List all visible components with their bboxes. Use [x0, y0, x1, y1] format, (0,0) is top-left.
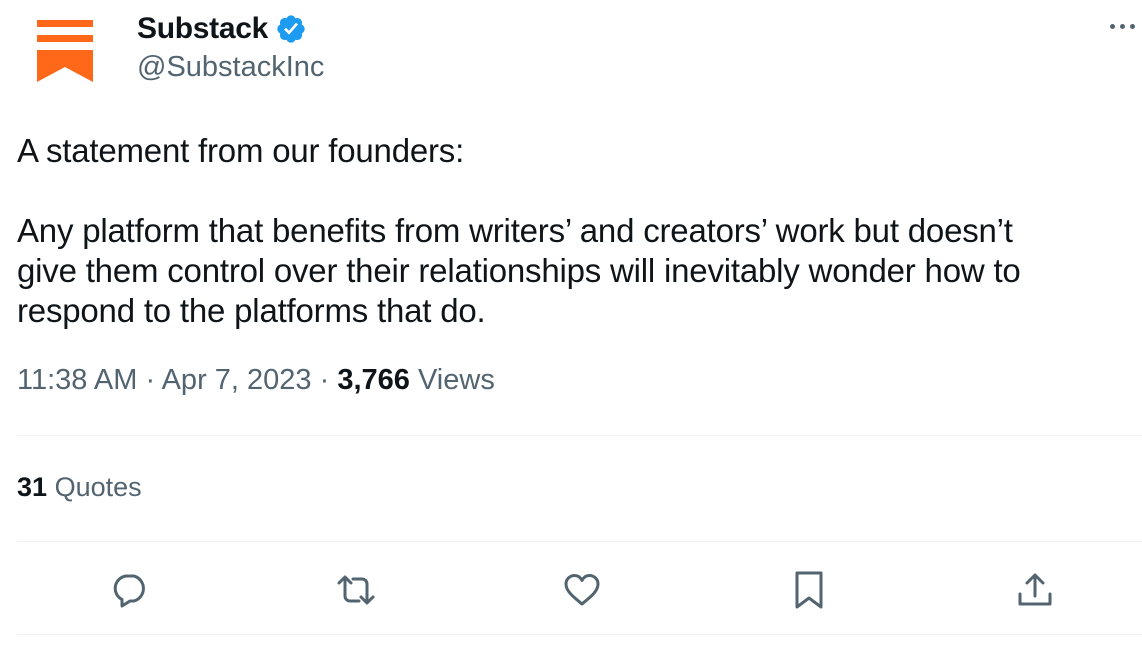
verified-badge-icon[interactable] — [275, 13, 307, 45]
more-dot-icon — [1110, 23, 1115, 29]
retweet-icon — [337, 575, 375, 605]
share-button[interactable] — [1013, 568, 1057, 612]
share-icon — [1018, 573, 1052, 606]
reply-button[interactable] — [108, 568, 152, 612]
views-count: 3,766 — [337, 364, 410, 396]
divider — [17, 435, 1142, 436]
tweet-time[interactable]: 11:38 AM — [17, 364, 137, 396]
tweet-detail: Substack @SubstackInc A statement from o… — [0, 0, 1142, 660]
heart-icon — [564, 574, 600, 606]
views-label: Views — [417, 364, 495, 396]
substack-logo-icon — [37, 20, 93, 82]
more-dot-icon — [1120, 23, 1125, 29]
tweet-meta: 11:38 AM · Apr 7, 2023 · 3,766 Views — [17, 364, 495, 397]
display-name[interactable]: Substack — [137, 12, 268, 46]
retweet-button[interactable] — [334, 568, 378, 612]
meta-separator: · — [319, 364, 330, 396]
bookmark-button[interactable] — [787, 568, 831, 612]
divider — [17, 541, 1142, 542]
tweet-text-line: Any platform that benefits from writers’… — [17, 212, 1013, 249]
bookmark-icon — [795, 571, 823, 609]
tweet-date[interactable]: Apr 7, 2023 — [162, 364, 312, 396]
quotes-label: Quotes — [54, 472, 142, 502]
quotes-link[interactable]: 31 Quotes — [17, 472, 142, 503]
reply-icon — [113, 574, 145, 608]
divider — [17, 634, 1142, 635]
like-button[interactable] — [560, 568, 604, 612]
tweet-text-line: give them control over their relationshi… — [17, 252, 1021, 289]
tweet-text-line: A statement from our founders: — [17, 132, 465, 169]
author-name-row: Substack — [137, 10, 307, 48]
user-handle[interactable]: @SubstackInc — [137, 51, 324, 84]
avatar[interactable] — [37, 20, 93, 82]
meta-separator: · — [145, 364, 156, 396]
tweet-text-line: respond to the platforms that do. — [17, 292, 486, 329]
quotes-count: 31 — [17, 472, 48, 502]
more-options-button[interactable] — [1110, 14, 1142, 38]
more-dot-icon — [1130, 23, 1135, 29]
